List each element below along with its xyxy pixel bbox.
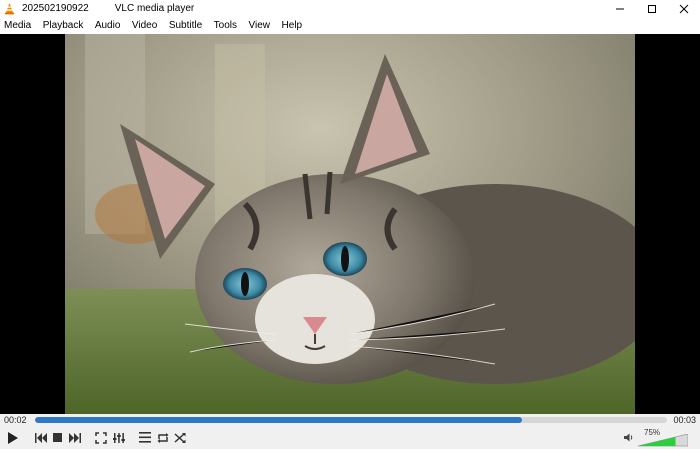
menu-video[interactable]: Video bbox=[132, 20, 157, 31]
total-time: 00:03 bbox=[673, 415, 696, 425]
seek-progress-fill bbox=[35, 417, 522, 423]
kitten-video-frame-image bbox=[65, 34, 635, 414]
previous-icon bbox=[34, 432, 47, 443]
fullscreen-button[interactable] bbox=[92, 429, 109, 446]
shuffle-button[interactable] bbox=[171, 429, 188, 446]
vlc-cone-icon bbox=[4, 2, 15, 15]
window-file-name: 202502190922 bbox=[22, 3, 89, 14]
stop-icon bbox=[53, 433, 62, 442]
maximize-button[interactable] bbox=[636, 0, 668, 17]
menu-audio[interactable]: Audio bbox=[95, 20, 121, 31]
fullscreen-icon bbox=[94, 431, 107, 444]
video-area[interactable] bbox=[0, 34, 700, 414]
stop-button[interactable] bbox=[49, 429, 66, 446]
play-icon bbox=[7, 431, 18, 444]
menu-subtitle[interactable]: Subtitle bbox=[169, 20, 202, 31]
play-button[interactable] bbox=[2, 428, 21, 447]
video-frame[interactable] bbox=[65, 34, 635, 414]
extended-settings-icon bbox=[112, 432, 125, 443]
minimize-button[interactable] bbox=[604, 0, 636, 17]
speaker-icon[interactable] bbox=[624, 433, 634, 442]
playlist-icon bbox=[138, 432, 151, 443]
seek-slider[interactable] bbox=[35, 417, 667, 423]
close-button[interactable] bbox=[668, 0, 700, 17]
close-icon bbox=[679, 4, 689, 13]
maximize-icon bbox=[648, 4, 656, 13]
menu-media[interactable]: Media bbox=[4, 20, 31, 31]
previous-button[interactable] bbox=[32, 429, 49, 446]
elapsed-time: 00:02 bbox=[4, 415, 27, 425]
next-button[interactable] bbox=[66, 429, 83, 446]
extended-settings-button[interactable] bbox=[110, 429, 127, 446]
playlist-button[interactable] bbox=[136, 429, 153, 446]
menu-tools[interactable]: Tools bbox=[214, 20, 237, 31]
minimize-icon bbox=[616, 8, 624, 9]
menu-help[interactable]: Help bbox=[282, 20, 303, 31]
title-bar: 202502190922 VLC media player bbox=[0, 0, 700, 17]
playback-controls: 75% bbox=[0, 426, 700, 449]
window-app-title: VLC media player bbox=[114, 3, 195, 14]
loop-icon bbox=[157, 432, 168, 443]
menu-playback[interactable]: Playback bbox=[43, 20, 84, 31]
menu-view[interactable]: View bbox=[249, 20, 271, 31]
loop-button[interactable] bbox=[154, 429, 171, 446]
next-icon bbox=[68, 432, 81, 443]
shuffle-icon bbox=[174, 432, 185, 443]
menu-bar: Media Playback Audio Video Subtitle Tool… bbox=[0, 17, 700, 34]
seek-row: 00:02 00:03 bbox=[0, 414, 700, 426]
volume-slider[interactable] bbox=[638, 434, 688, 447]
